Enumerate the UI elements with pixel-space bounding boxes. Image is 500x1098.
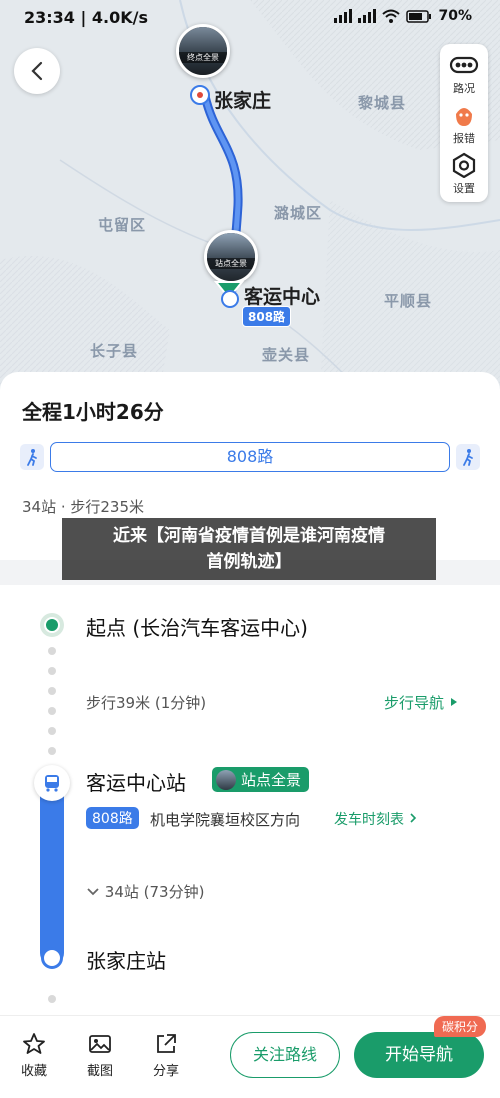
step-alight-station: 张家庄站 xyxy=(86,949,166,973)
report-button[interactable]: 报错 xyxy=(440,102,488,146)
triangle-right-icon xyxy=(450,698,457,706)
share-icon xyxy=(157,1034,176,1053)
caption-line-1: 近来【河南省疫情首例是谁河南疫情 xyxy=(113,526,385,546)
chevron-right-icon xyxy=(410,813,417,823)
status-indicators: 70% xyxy=(334,8,472,24)
walk-navigation-label: 步行导航 xyxy=(384,694,445,712)
image-icon xyxy=(89,1035,111,1053)
route-direction: 机电学院襄垣校区方向 xyxy=(150,811,301,829)
map-label-district: 潞城区 xyxy=(274,204,323,222)
end-point-icon xyxy=(190,85,210,105)
panorama-thumbnail xyxy=(207,233,255,281)
station-panorama-label: 站点全景 xyxy=(241,771,302,789)
bus-stop-point-icon xyxy=(221,290,239,308)
battery-icon xyxy=(406,9,432,23)
panorama-thumbnail xyxy=(179,27,227,75)
step-start: 起点 (长治汽车客运中心) xyxy=(86,616,308,640)
share-button[interactable]: 分享 xyxy=(142,1032,190,1079)
step-walk: 步行39米 (1分钟) xyxy=(86,694,207,712)
map-terrain xyxy=(0,0,500,390)
stops-toggle[interactable]: 34站 (73分钟) xyxy=(86,881,204,902)
chevron-down-icon xyxy=(87,888,99,896)
caption-line-2: 首例轨迹】 xyxy=(206,552,292,572)
start-navigation-button[interactable]: 开始导航 xyxy=(354,1032,484,1078)
map-label-district: 屯留区 xyxy=(98,216,147,234)
end-station-icon xyxy=(41,947,63,969)
signal-icon xyxy=(358,9,377,23)
map-label-start: 客运中心 xyxy=(244,286,321,308)
bus-segment-pill: 808路 xyxy=(50,442,450,472)
collect-button[interactable]: 收藏 xyxy=(10,1032,58,1079)
route-meta: 34站 · 步行235米 xyxy=(22,498,145,516)
follow-route-button[interactable]: 关注路线 xyxy=(230,1032,340,1078)
traffic-button[interactable]: 路况 xyxy=(440,52,488,96)
report-icon xyxy=(456,108,472,126)
map-label-end: 张家庄 xyxy=(214,90,272,112)
traffic-icon xyxy=(449,56,479,74)
bus-route-line xyxy=(40,781,64,965)
total-duration: 全程1小时26分 xyxy=(22,400,164,424)
map-label-county: 长子县 xyxy=(90,342,139,360)
bubble-label: 终点全景 xyxy=(179,52,227,63)
walk-icon xyxy=(463,449,473,466)
route-steps: 起点 (长治汽车客运中心) 步行39米 (1分钟) 步行导航 客运中心站 站点全… xyxy=(0,585,500,1015)
panorama-thumbnail xyxy=(216,769,236,790)
chevron-left-icon xyxy=(31,61,43,81)
end-panorama-marker[interactable]: 终点全景 xyxy=(176,24,230,78)
route-badge: 808路 xyxy=(242,306,292,327)
walk-navigation-link[interactable]: 步行导航 xyxy=(384,692,459,713)
status-bar: 23:34 | 4.0K/s 70% xyxy=(0,0,500,36)
stops-count: 34站 (73分钟) xyxy=(104,883,205,901)
screenshot-label: 截图 xyxy=(86,1064,113,1079)
wifi-icon xyxy=(382,9,401,23)
timetable-link[interactable]: 发车时刻表 xyxy=(334,809,418,829)
bus-icon xyxy=(34,765,70,801)
share-label: 分享 xyxy=(152,1064,179,1079)
start-point-icon xyxy=(40,613,64,637)
settings-button[interactable]: 设置 xyxy=(440,152,488,196)
station-panorama-button[interactable]: 站点全景 xyxy=(212,767,310,792)
signal-icon xyxy=(334,9,353,23)
step-board-station: 客运中心站 xyxy=(86,771,186,795)
battery-level: 70% xyxy=(438,8,472,24)
overlay-caption: 近来【河南省疫情首例是谁河南疫情 首例轨迹】 xyxy=(62,518,436,580)
carbon-points-badge[interactable]: 碳积分 xyxy=(434,1016,487,1037)
map-label-county: 平顺县 xyxy=(384,292,433,310)
map-view[interactable]: 23:34 | 4.0K/s 70% 张家庄 黎城县 屯留区 潞城区 客运中心 … xyxy=(0,0,500,390)
map-label-county: 壶关县 xyxy=(262,346,311,364)
status-speed: 4.0K/s xyxy=(91,8,149,27)
screenshot-button[interactable]: 截图 xyxy=(76,1032,124,1079)
map-tools-panel: 路况 报错 设置 xyxy=(440,44,488,202)
star-icon xyxy=(23,1033,45,1054)
map-label-county: 黎城县 xyxy=(358,94,407,112)
report-label: 报错 xyxy=(453,132,475,145)
settings-icon xyxy=(452,152,476,178)
route-badge: 808路 xyxy=(86,807,139,829)
walk-segment xyxy=(20,444,44,470)
bottom-action-bar: 收藏 截图 分享 关注路线 开始导航 xyxy=(0,1015,500,1098)
collect-label: 收藏 xyxy=(20,1064,47,1079)
status-time-speed: 23:34 | 4.0K/s xyxy=(24,8,149,27)
walk-icon xyxy=(27,449,37,466)
route-segments[interactable]: 808路 xyxy=(20,442,482,476)
bubble-label: 站点全景 xyxy=(207,258,255,269)
back-button[interactable] xyxy=(14,48,60,94)
timetable-label: 发车时刻表 xyxy=(334,812,404,828)
status-time: 23:34 xyxy=(24,8,75,27)
traffic-label: 路况 xyxy=(453,82,475,95)
settings-label: 设置 xyxy=(453,182,475,195)
walk-segment xyxy=(456,444,480,470)
